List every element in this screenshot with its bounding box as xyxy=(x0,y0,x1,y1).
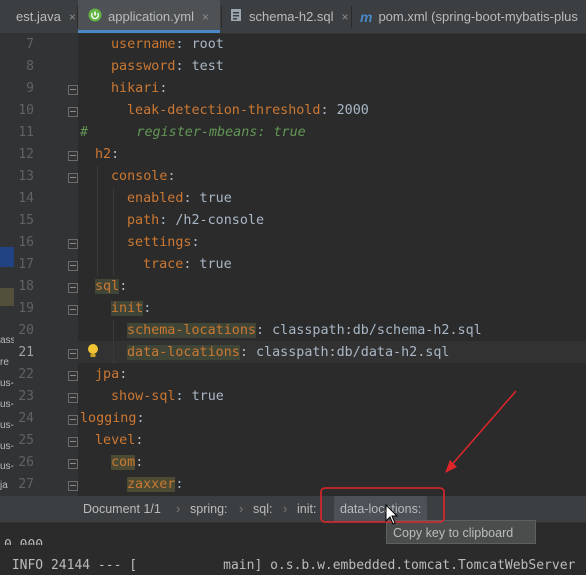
close-icon[interactable]: × xyxy=(342,10,349,24)
code-line-21: data-locations: classpath:db/data-h2.sql xyxy=(127,345,450,360)
tree-fragment: us- xyxy=(0,420,14,431)
fold-marker[interactable] xyxy=(68,349,78,359)
code-line-7: username: root xyxy=(111,37,224,52)
line-number-current: 21 xyxy=(18,345,34,360)
arrow-head xyxy=(445,460,457,473)
fold-marker[interactable] xyxy=(68,371,78,381)
fold-marker[interactable] xyxy=(68,459,78,469)
tab-schema-h2-sql[interactable]: schema-h2.sql × xyxy=(222,0,350,33)
tab-label: pom.xml (spring-boot-mybatis-plus xyxy=(378,9,578,24)
chevron-right-icon: › xyxy=(176,501,181,516)
line-number: 17 xyxy=(18,257,34,272)
line-number: 10 xyxy=(18,103,34,118)
tab-test-java[interactable]: est.java × xyxy=(0,0,76,33)
line-number: 7 xyxy=(26,37,34,52)
code-line-15: path: /h2-console xyxy=(127,213,265,228)
tree-fragment: ass xyxy=(0,335,14,346)
fold-marker[interactable] xyxy=(68,305,78,315)
line-number: 26 xyxy=(18,455,34,470)
code-line-27: zaxxer: xyxy=(127,477,184,492)
tab-label: application.yml xyxy=(108,9,194,24)
code-line-13: console: xyxy=(111,169,176,184)
line-number: 8 xyxy=(26,59,34,74)
code-line-12: h2: xyxy=(95,147,120,162)
console-line: INFO 24144 --- [ main] o.s.b.w.embedded.… xyxy=(4,558,576,573)
tab-application-yml[interactable]: application.yml × xyxy=(78,0,220,33)
code-line-8: password: test xyxy=(111,59,224,74)
tree-fragment: us- xyxy=(0,399,14,410)
close-icon[interactable]: × xyxy=(202,10,209,24)
maven-icon: m xyxy=(360,8,373,25)
line-number: 18 xyxy=(18,279,34,294)
tree-fragment: us- xyxy=(0,378,14,389)
sql-file-icon xyxy=(229,8,243,25)
line-number: 11 xyxy=(18,125,34,140)
code-line-9: hikari: xyxy=(111,81,168,96)
intention-bulb-icon[interactable] xyxy=(86,343,100,359)
line-number: 13 xyxy=(18,169,34,184)
breadcrumb-data-locations[interactable]: data-locations: xyxy=(334,496,428,522)
annotation-arrow xyxy=(448,390,517,469)
tree-fragment: ja xyxy=(0,480,8,491)
code-line-24: logging: xyxy=(80,411,145,426)
tree-fragment: us- xyxy=(0,461,14,472)
tree-fragment: us- xyxy=(0,441,14,452)
line-number: 14 xyxy=(18,191,34,206)
code-line-23: show-sql: true xyxy=(111,389,224,404)
tooltip: Copy key to clipboard xyxy=(386,520,536,544)
fold-marker[interactable] xyxy=(68,261,78,271)
line-number: 15 xyxy=(18,213,34,228)
line-number: 24 xyxy=(18,411,34,426)
code-line-25: level: xyxy=(95,433,144,448)
line-number: 25 xyxy=(18,433,34,448)
line-number: 19 xyxy=(18,301,34,316)
editor-tab-bar: est.java × application.yml × schema-h2.s… xyxy=(0,0,586,34)
line-number: 16 xyxy=(18,235,34,250)
fold-marker[interactable] xyxy=(68,481,78,491)
line-number: 20 xyxy=(18,323,34,338)
selected-tree-item[interactable] xyxy=(0,247,14,267)
fold-marker[interactable] xyxy=(68,437,78,447)
code-line-20: schema-locations: classpath:db/schema-h2… xyxy=(127,323,482,338)
code-line-14: enabled: true xyxy=(127,191,232,206)
tab-pom-xml[interactable]: m pom.xml (spring-boot-mybatis-plus xyxy=(352,0,586,33)
highlighted-tree-item[interactable] xyxy=(0,288,14,306)
close-icon[interactable]: × xyxy=(69,10,76,24)
annotation-overlay xyxy=(320,390,517,525)
console-line: 0.000 xyxy=(4,537,43,545)
code-line-16: settings: xyxy=(127,235,200,250)
chevron-right-icon: › xyxy=(239,501,244,516)
breadcrumb-sql[interactable]: sql: xyxy=(253,496,272,522)
breadcrumb-init[interactable]: init: xyxy=(297,496,316,522)
code-line-26: com: xyxy=(111,455,144,470)
chevron-right-icon: › xyxy=(283,501,288,516)
line-number: 12 xyxy=(18,147,34,162)
fold-marker[interactable] xyxy=(68,85,78,95)
fold-marker[interactable] xyxy=(68,173,78,183)
code-line-18: sql: xyxy=(95,279,128,294)
code-line-17: trace: true xyxy=(143,257,232,272)
line-number: 9 xyxy=(26,81,34,96)
fold-marker[interactable] xyxy=(68,107,78,117)
fold-marker[interactable] xyxy=(68,393,78,403)
spring-config-icon xyxy=(88,8,102,25)
fold-marker[interactable] xyxy=(68,283,78,293)
tree-fragment: re xyxy=(0,357,9,368)
code-line-19: init: xyxy=(111,301,152,316)
line-number: 27 xyxy=(18,477,34,492)
fold-marker[interactable] xyxy=(68,151,78,161)
code-line-10: leak-detection-threshold: 2000 xyxy=(127,103,369,118)
fold-marker[interactable] xyxy=(68,239,78,249)
breadcrumb-spring[interactable]: spring: xyxy=(190,496,228,522)
code-line-22: jpa: xyxy=(95,367,128,382)
line-number: 23 xyxy=(18,389,34,404)
line-number: 22 xyxy=(18,367,34,382)
fold-marker[interactable] xyxy=(68,415,78,425)
code-line-11: # register-mbeans: true xyxy=(80,125,306,140)
breadcrumb: Document 1/1 › spring: › sql: › init: da… xyxy=(0,496,586,522)
tab-label: est.java xyxy=(16,9,61,24)
breadcrumb-document[interactable]: Document 1/1 xyxy=(83,496,161,522)
tab-label: schema-h2.sql xyxy=(249,9,334,24)
